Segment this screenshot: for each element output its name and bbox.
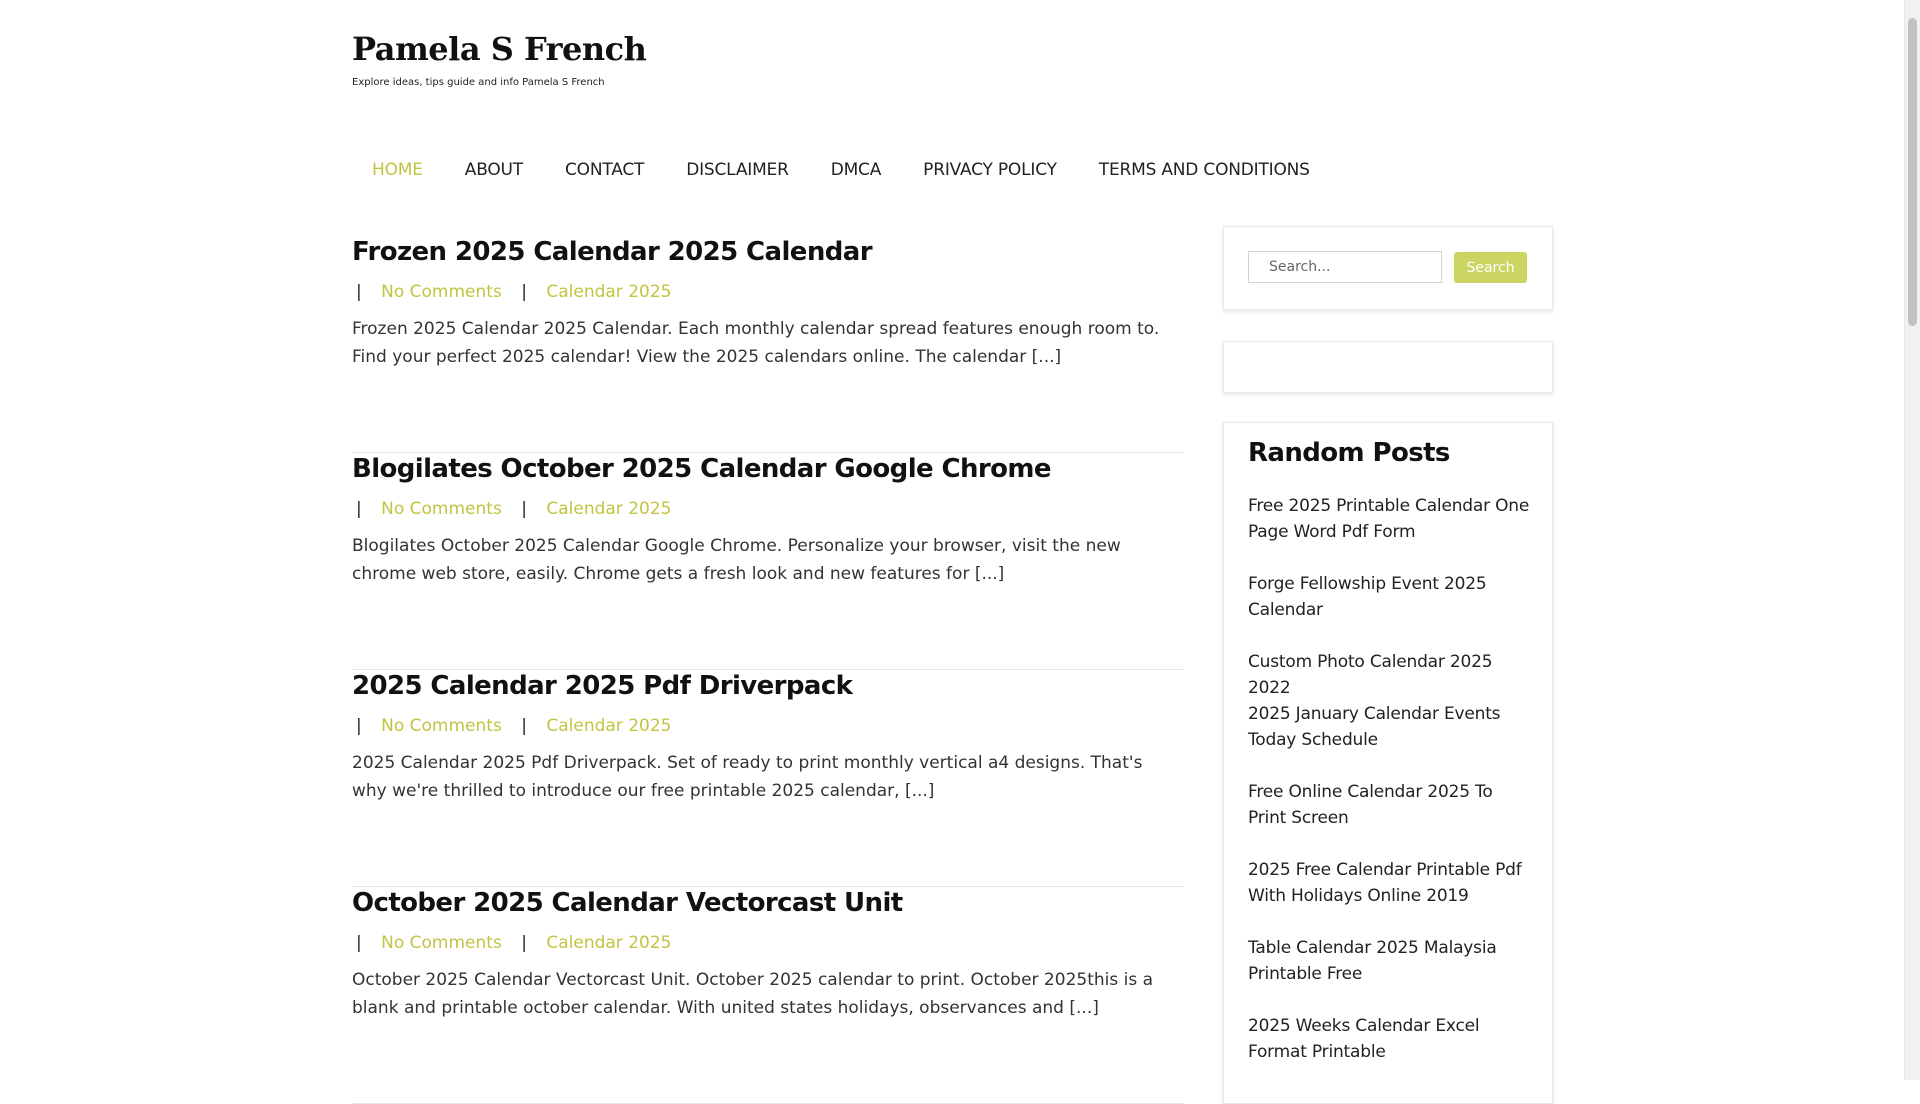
random-post-link[interactable]: Forge Fellowship Event 2025 Calendar xyxy=(1248,571,1533,649)
post-excerpt: 2025 Calendar 2025 Pdf Driverpack. Set o… xyxy=(352,753,1143,801)
random-post-link[interactable]: Free Online Calendar 2025 To Print Scree… xyxy=(1248,779,1533,857)
meta-separator: | xyxy=(356,282,362,302)
meta-separator: | xyxy=(521,716,527,736)
post-title[interactable]: Frozen 2025 Calendar 2025 Calendar xyxy=(352,236,873,268)
post-excerpt: Blogilates October 2025 Calendar Google … xyxy=(352,536,1121,584)
main-navigation: HOME ABOUT CONTACT DISCLAIMER DMCA PRIVA… xyxy=(352,158,1332,182)
random-post-link[interactable]: 2025 Free Calendar Printable Pdf With Ho… xyxy=(1248,857,1533,935)
post-meta: | No Comments | Calendar 2025 xyxy=(356,932,671,954)
random-post-link[interactable]: Free 2025 Printable Calendar One Page Wo… xyxy=(1248,493,1533,571)
post-meta: | No Comments | Calendar 2025 xyxy=(356,281,671,303)
site-description: Explore ideas, tips guide and info Pamel… xyxy=(352,77,605,88)
post-meta: | No Comments | Calendar 2025 xyxy=(356,498,671,520)
random-post-link[interactable]: Custom Photo Calendar 2025 2022 xyxy=(1248,649,1533,701)
post-item: Frozen 2025 Calendar 2025 Calendar | No … xyxy=(352,236,1183,453)
search-widget: Search... Search xyxy=(1223,226,1553,310)
nav-about[interactable]: ABOUT xyxy=(445,158,545,182)
comments-link[interactable]: No Comments xyxy=(381,933,502,953)
empty-widget xyxy=(1223,341,1553,393)
nav-dmca[interactable]: DMCA xyxy=(811,158,903,182)
random-post-link[interactable]: Table Calendar 2025 Malaysia Printable F… xyxy=(1248,935,1533,1013)
category-link[interactable]: Calendar 2025 xyxy=(546,282,671,302)
post-excerpt: Frozen 2025 Calendar 2025 Calendar. Each… xyxy=(352,319,1160,367)
category-link[interactable]: Calendar 2025 xyxy=(546,933,671,953)
nav-disclaimer[interactable]: DISCLAIMER xyxy=(666,158,811,182)
meta-separator: | xyxy=(521,499,527,519)
post-title[interactable]: 2025 Calendar 2025 Pdf Driverpack xyxy=(352,670,853,702)
random-post-link[interactable]: 2025 Weeks Calendar Excel Format Printab… xyxy=(1248,1013,1533,1091)
category-link[interactable]: Calendar 2025 xyxy=(546,499,671,519)
post-item: Blogilates October 2025 Calendar Google … xyxy=(352,453,1183,670)
nav-terms-and-conditions[interactable]: TERMS AND CONDITIONS xyxy=(1079,158,1332,182)
post-item: 2025 Calendar 2025 Pdf Driverpack | No C… xyxy=(352,670,1183,887)
random-posts-title: Random Posts xyxy=(1248,438,1450,468)
random-post-link[interactable]: 2025 January Calendar Events Today Sched… xyxy=(1248,701,1533,779)
comments-link[interactable]: No Comments xyxy=(381,282,502,302)
search-button[interactable]: Search xyxy=(1454,252,1527,283)
scrollbar-thumb[interactable] xyxy=(1908,18,1917,326)
post-list: Frozen 2025 Calendar 2025 Calendar | No … xyxy=(352,236,1183,1104)
meta-separator: | xyxy=(356,716,362,736)
comments-link[interactable]: No Comments xyxy=(381,499,502,519)
post-meta: | No Comments | Calendar 2025 xyxy=(356,715,671,737)
site-title[interactable]: Pamela S French xyxy=(352,30,647,68)
meta-separator: | xyxy=(356,499,362,519)
post-item: October 2025 Calendar Vectorcast Unit | … xyxy=(352,887,1183,1104)
post-title[interactable]: October 2025 Calendar Vectorcast Unit xyxy=(352,887,903,919)
nav-privacy-policy[interactable]: PRIVACY POLICY xyxy=(903,158,1079,182)
nav-contact[interactable]: CONTACT xyxy=(545,158,666,182)
category-link[interactable]: Calendar 2025 xyxy=(546,716,671,736)
random-posts-list: Free 2025 Printable Calendar One Page Wo… xyxy=(1248,493,1533,1091)
post-title[interactable]: Blogilates October 2025 Calendar Google … xyxy=(352,453,1051,485)
nav-home[interactable]: HOME xyxy=(352,158,445,182)
search-input[interactable]: Search... xyxy=(1248,251,1442,283)
comments-link[interactable]: No Comments xyxy=(381,716,502,736)
vertical-scrollbar[interactable] xyxy=(1904,0,1920,1080)
meta-separator: | xyxy=(521,933,527,953)
post-excerpt: October 2025 Calendar Vectorcast Unit. O… xyxy=(352,970,1154,1018)
random-posts-widget: Random Posts Free 2025 Printable Calenda… xyxy=(1223,422,1553,1104)
meta-separator: | xyxy=(356,933,362,953)
meta-separator: | xyxy=(521,282,527,302)
